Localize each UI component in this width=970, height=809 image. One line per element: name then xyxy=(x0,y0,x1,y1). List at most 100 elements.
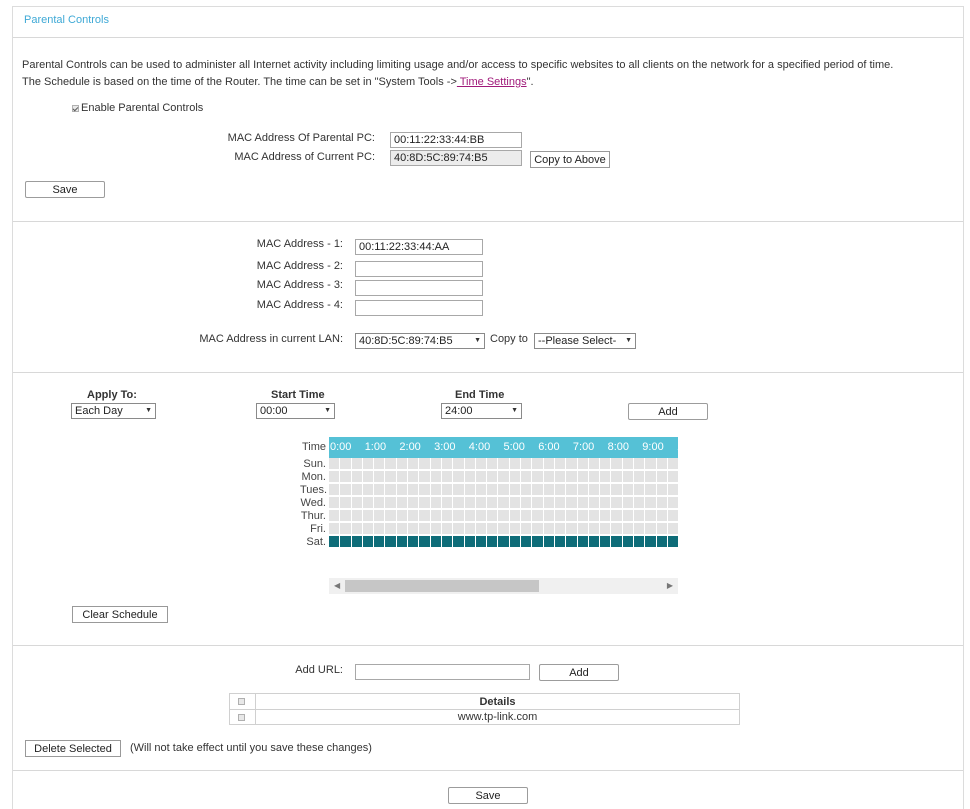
schedule-cell[interactable] xyxy=(622,484,635,496)
schedule-cell[interactable] xyxy=(430,458,442,470)
schedule-cell[interactable] xyxy=(464,471,476,483)
schedule-cell[interactable] xyxy=(600,497,612,509)
schedule-cell[interactable] xyxy=(464,458,476,470)
schedule-cell[interactable] xyxy=(577,497,589,509)
schedule-cell[interactable] xyxy=(566,523,578,535)
schedule-cell[interactable] xyxy=(577,523,589,535)
schedule-cell[interactable] xyxy=(521,484,533,496)
schedule-cell[interactable] xyxy=(362,523,375,535)
scrollbar-thumb[interactable] xyxy=(345,580,539,592)
schedule-cell[interactable] xyxy=(374,523,386,535)
schedule-cell[interactable] xyxy=(385,497,397,509)
schedule-cell[interactable] xyxy=(329,497,341,509)
schedule-cell[interactable] xyxy=(577,471,589,483)
schedule-cell[interactable] xyxy=(498,458,510,470)
schedule-cell[interactable] xyxy=(430,497,442,509)
enable-parental-controls[interactable]: Enable Parental Controls xyxy=(72,102,203,114)
schedule-cell[interactable] xyxy=(441,523,454,535)
schedule-cell[interactable] xyxy=(453,458,465,470)
schedule-cell[interactable] xyxy=(408,510,420,522)
schedule-cell[interactable] xyxy=(408,484,420,496)
schedule-cell[interactable] xyxy=(498,523,510,535)
add-url-input[interactable] xyxy=(355,664,530,680)
schedule-cell[interactable] xyxy=(487,471,499,483)
schedule-cell[interactable] xyxy=(430,510,442,522)
schedule-cell[interactable] xyxy=(385,484,397,496)
schedule-cell[interactable] xyxy=(374,536,386,548)
schedule-cell[interactable] xyxy=(351,536,363,548)
save-button-bottom[interactable]: Save xyxy=(448,787,528,804)
schedule-cell[interactable] xyxy=(498,484,510,496)
schedule-cell[interactable] xyxy=(487,497,499,509)
schedule-cell[interactable] xyxy=(521,458,533,470)
schedule-cell[interactable] xyxy=(441,510,454,522)
schedule-cell[interactable] xyxy=(475,523,488,535)
schedule-cell[interactable] xyxy=(588,497,601,509)
schedule-cell[interactable] xyxy=(487,523,499,535)
schedule-cell[interactable] xyxy=(498,510,510,522)
schedule-cell[interactable] xyxy=(430,471,442,483)
schedule-cell[interactable] xyxy=(634,523,646,535)
schedule-cell[interactable] xyxy=(329,471,341,483)
schedule-cell[interactable] xyxy=(622,536,635,548)
schedule-cell[interactable] xyxy=(441,484,454,496)
schedule-cell[interactable] xyxy=(430,536,442,548)
schedule-cell[interactable] xyxy=(566,536,578,548)
apply-to-select[interactable]: Each Day ▼ xyxy=(71,403,156,419)
schedule-cell[interactable] xyxy=(645,497,657,509)
schedule-cell[interactable] xyxy=(374,510,386,522)
schedule-cell[interactable] xyxy=(566,497,578,509)
schedule-cell[interactable] xyxy=(362,484,375,496)
schedule-cell[interactable] xyxy=(667,471,678,483)
schedule-cell[interactable] xyxy=(667,484,678,496)
schedule-cell[interactable] xyxy=(600,523,612,535)
schedule-cell[interactable] xyxy=(611,484,623,496)
schedule-cell[interactable] xyxy=(509,523,522,535)
schedule-cell[interactable] xyxy=(396,523,409,535)
save-button-top[interactable]: Save xyxy=(25,181,105,198)
schedule-cell[interactable] xyxy=(475,484,488,496)
schedule-cell[interactable] xyxy=(554,458,567,470)
schedule-cell[interactable] xyxy=(543,484,555,496)
schedule-cell[interactable] xyxy=(600,458,612,470)
schedule-cell[interactable] xyxy=(419,458,431,470)
schedule-cell[interactable] xyxy=(396,497,409,509)
schedule-cell[interactable] xyxy=(385,536,397,548)
schedule-cell[interactable] xyxy=(667,497,678,509)
schedule-cell[interactable] xyxy=(577,458,589,470)
schedule-cell[interactable] xyxy=(521,536,533,548)
schedule-cell[interactable] xyxy=(408,471,420,483)
schedule-cell[interactable] xyxy=(374,497,386,509)
schedule-cell[interactable] xyxy=(667,458,678,470)
schedule-cell[interactable] xyxy=(566,484,578,496)
schedule-cell[interactable] xyxy=(622,497,635,509)
schedule-cell[interactable] xyxy=(340,458,352,470)
schedule-cell[interactable] xyxy=(634,536,646,548)
schedule-cell[interactable] xyxy=(600,484,612,496)
schedule-cell[interactable] xyxy=(656,523,668,535)
schedule-cell[interactable] xyxy=(554,484,567,496)
schedule-cell[interactable] xyxy=(408,523,420,535)
schedule-cell[interactable] xyxy=(634,484,646,496)
schedule-cell[interactable] xyxy=(374,471,386,483)
schedule-cell[interactable] xyxy=(453,484,465,496)
schedule-cell[interactable] xyxy=(453,523,465,535)
schedule-cell[interactable] xyxy=(645,510,657,522)
schedule-cell[interactable] xyxy=(509,471,522,483)
schedule-cell[interactable] xyxy=(656,458,668,470)
schedule-cell[interactable] xyxy=(611,536,623,548)
schedule-cell[interactable] xyxy=(498,471,510,483)
start-time-select[interactable]: 00:00 ▼ xyxy=(256,403,335,419)
schedule-cell[interactable] xyxy=(396,471,409,483)
schedule-cell[interactable] xyxy=(532,471,544,483)
schedule-cell[interactable] xyxy=(340,471,352,483)
schedule-cell[interactable] xyxy=(441,497,454,509)
lan-mac-select[interactable]: 40:8D:5C:89:74:B5 ▼ xyxy=(355,333,485,349)
schedule-cell[interactable] xyxy=(419,536,431,548)
schedule-cell[interactable] xyxy=(667,510,678,522)
schedule-cell[interactable] xyxy=(464,523,476,535)
schedule-cell[interactable] xyxy=(532,484,544,496)
schedule-cell[interactable] xyxy=(622,510,635,522)
schedule-cell[interactable] xyxy=(385,471,397,483)
schedule-cell[interactable] xyxy=(532,510,544,522)
